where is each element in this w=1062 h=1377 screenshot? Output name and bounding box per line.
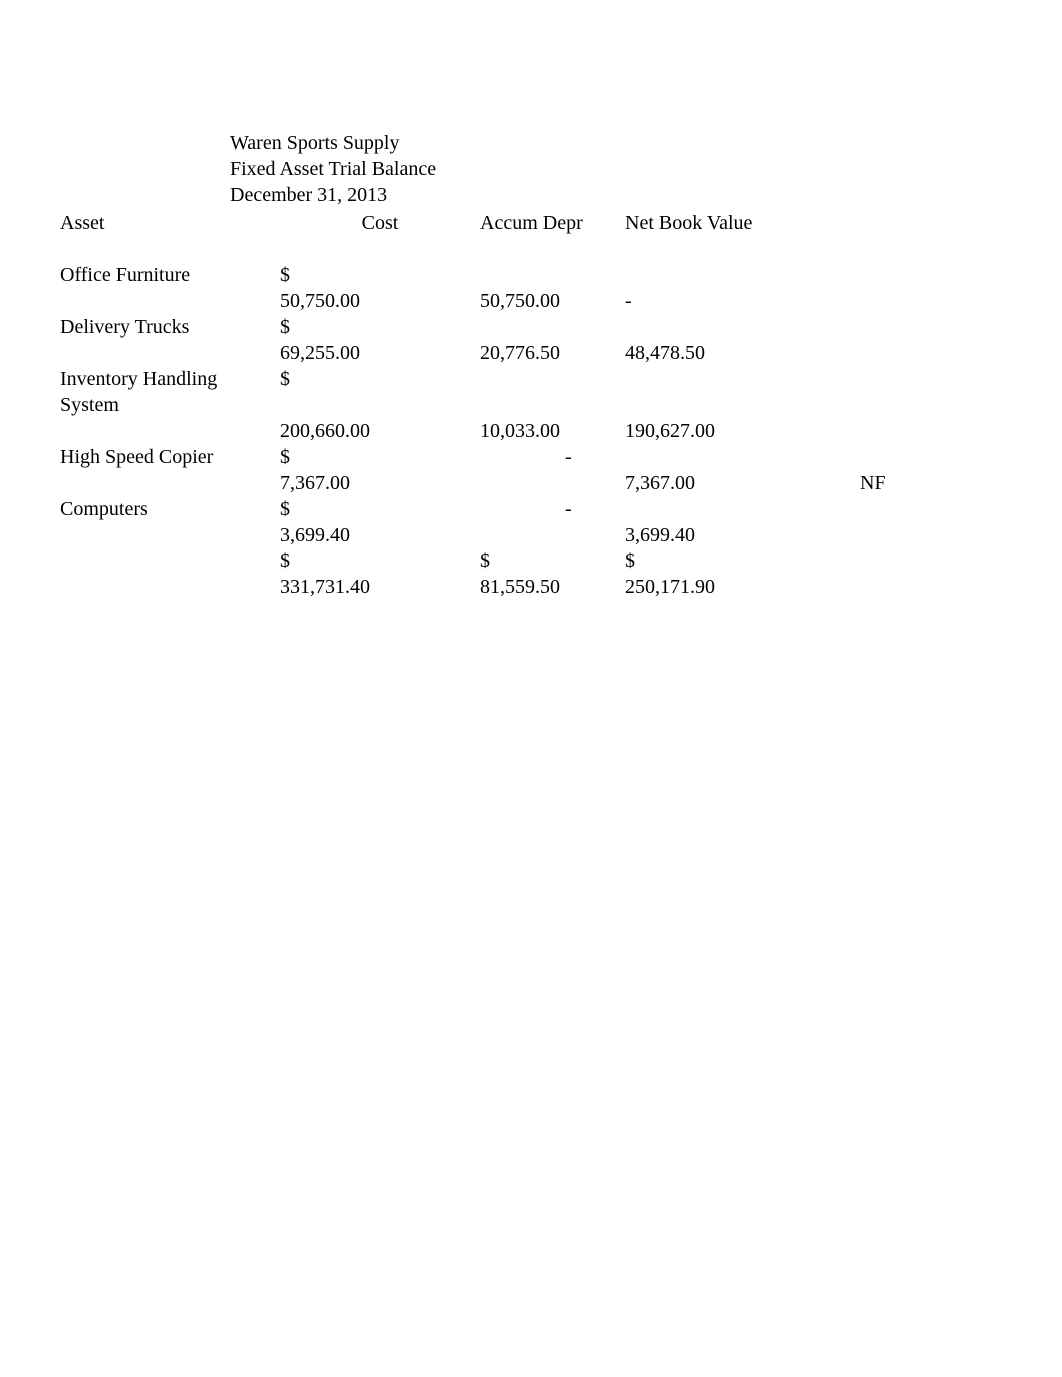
totals-row: $ $ $ (60, 548, 1002, 574)
accum-value: 10,033.00 (480, 418, 610, 444)
nbv-value: 48,478.50 (610, 340, 770, 366)
nbv-value: - (610, 288, 770, 314)
table-row: High Speed Copier $ - (60, 444, 1002, 470)
table-row: 69,255.00 20,776.50 48,478.50 (60, 340, 1002, 366)
cost-value: 7,367.00 (280, 470, 480, 496)
col-cost-header: Cost (280, 210, 480, 236)
table-row: Office Furniture $ (60, 262, 1002, 288)
column-headers: Asset Cost Accum Depr Net Book Value (60, 210, 1002, 236)
table-row: 3,699.40 3,699.40 (60, 522, 1002, 548)
col-nbv-header: Net Book Value (610, 210, 770, 236)
cost-symbol: $ (280, 262, 480, 288)
asset-name: Delivery Trucks (60, 314, 280, 340)
cost-value: 50,750.00 (280, 288, 480, 314)
total-cost-symbol: $ (280, 548, 480, 574)
totals-row: 331,731.40 81,559.50 250,171.90 (60, 574, 1002, 600)
col-asset-header: Asset (60, 210, 280, 236)
total-nbv-symbol: $ (610, 548, 770, 574)
table-row: Inventory Handling System $ (60, 366, 1002, 418)
company-name: Waren Sports Supply (60, 130, 1002, 156)
report-header: Waren Sports Supply Fixed Asset Trial Ba… (60, 130, 1002, 208)
total-nbv-value: 250,171.90 (610, 574, 770, 600)
table-row: Delivery Trucks $ (60, 314, 1002, 340)
nbv-value: 7,367.00 (610, 470, 770, 496)
asset-name: High Speed Copier (60, 444, 280, 470)
asset-name: Office Furniture (60, 262, 280, 288)
table-row: 7,367.00 7,367.00 NF (60, 470, 1002, 496)
asset-name: Computers (60, 496, 280, 522)
cost-value: 200,660.00 (280, 418, 480, 444)
report-title: Fixed Asset Trial Balance (60, 156, 1002, 182)
asset-name: Inventory Handling System (60, 366, 280, 418)
nbv-value: 3,699.40 (610, 522, 770, 548)
table-row: Computers $ - (60, 496, 1002, 522)
cost-symbol: $ (280, 314, 480, 340)
total-accum-value: 81,559.50 (480, 574, 610, 600)
cost-symbol: $ (280, 444, 480, 470)
cost-value: 3,699.40 (280, 522, 480, 548)
note-value: NF (770, 470, 860, 496)
table-row: 50,750.00 50,750.00 - (60, 288, 1002, 314)
total-cost-value: 331,731.40 (280, 574, 480, 600)
table-row: 200,660.00 10,033.00 190,627.00 (60, 418, 1002, 444)
nbv-value: 190,627.00 (610, 418, 770, 444)
accum-value: - (480, 496, 610, 522)
cost-symbol: $ (280, 496, 480, 522)
accum-value: - (480, 444, 610, 470)
cost-symbol: $ (280, 366, 480, 418)
col-accum-header: Accum Depr (480, 210, 610, 236)
total-accum-symbol: $ (480, 548, 610, 574)
cost-value: 69,255.00 (280, 340, 480, 366)
report-date: December 31, 2013 (60, 182, 1002, 208)
accum-value: 20,776.50 (480, 340, 610, 366)
accum-value: 50,750.00 (480, 288, 610, 314)
